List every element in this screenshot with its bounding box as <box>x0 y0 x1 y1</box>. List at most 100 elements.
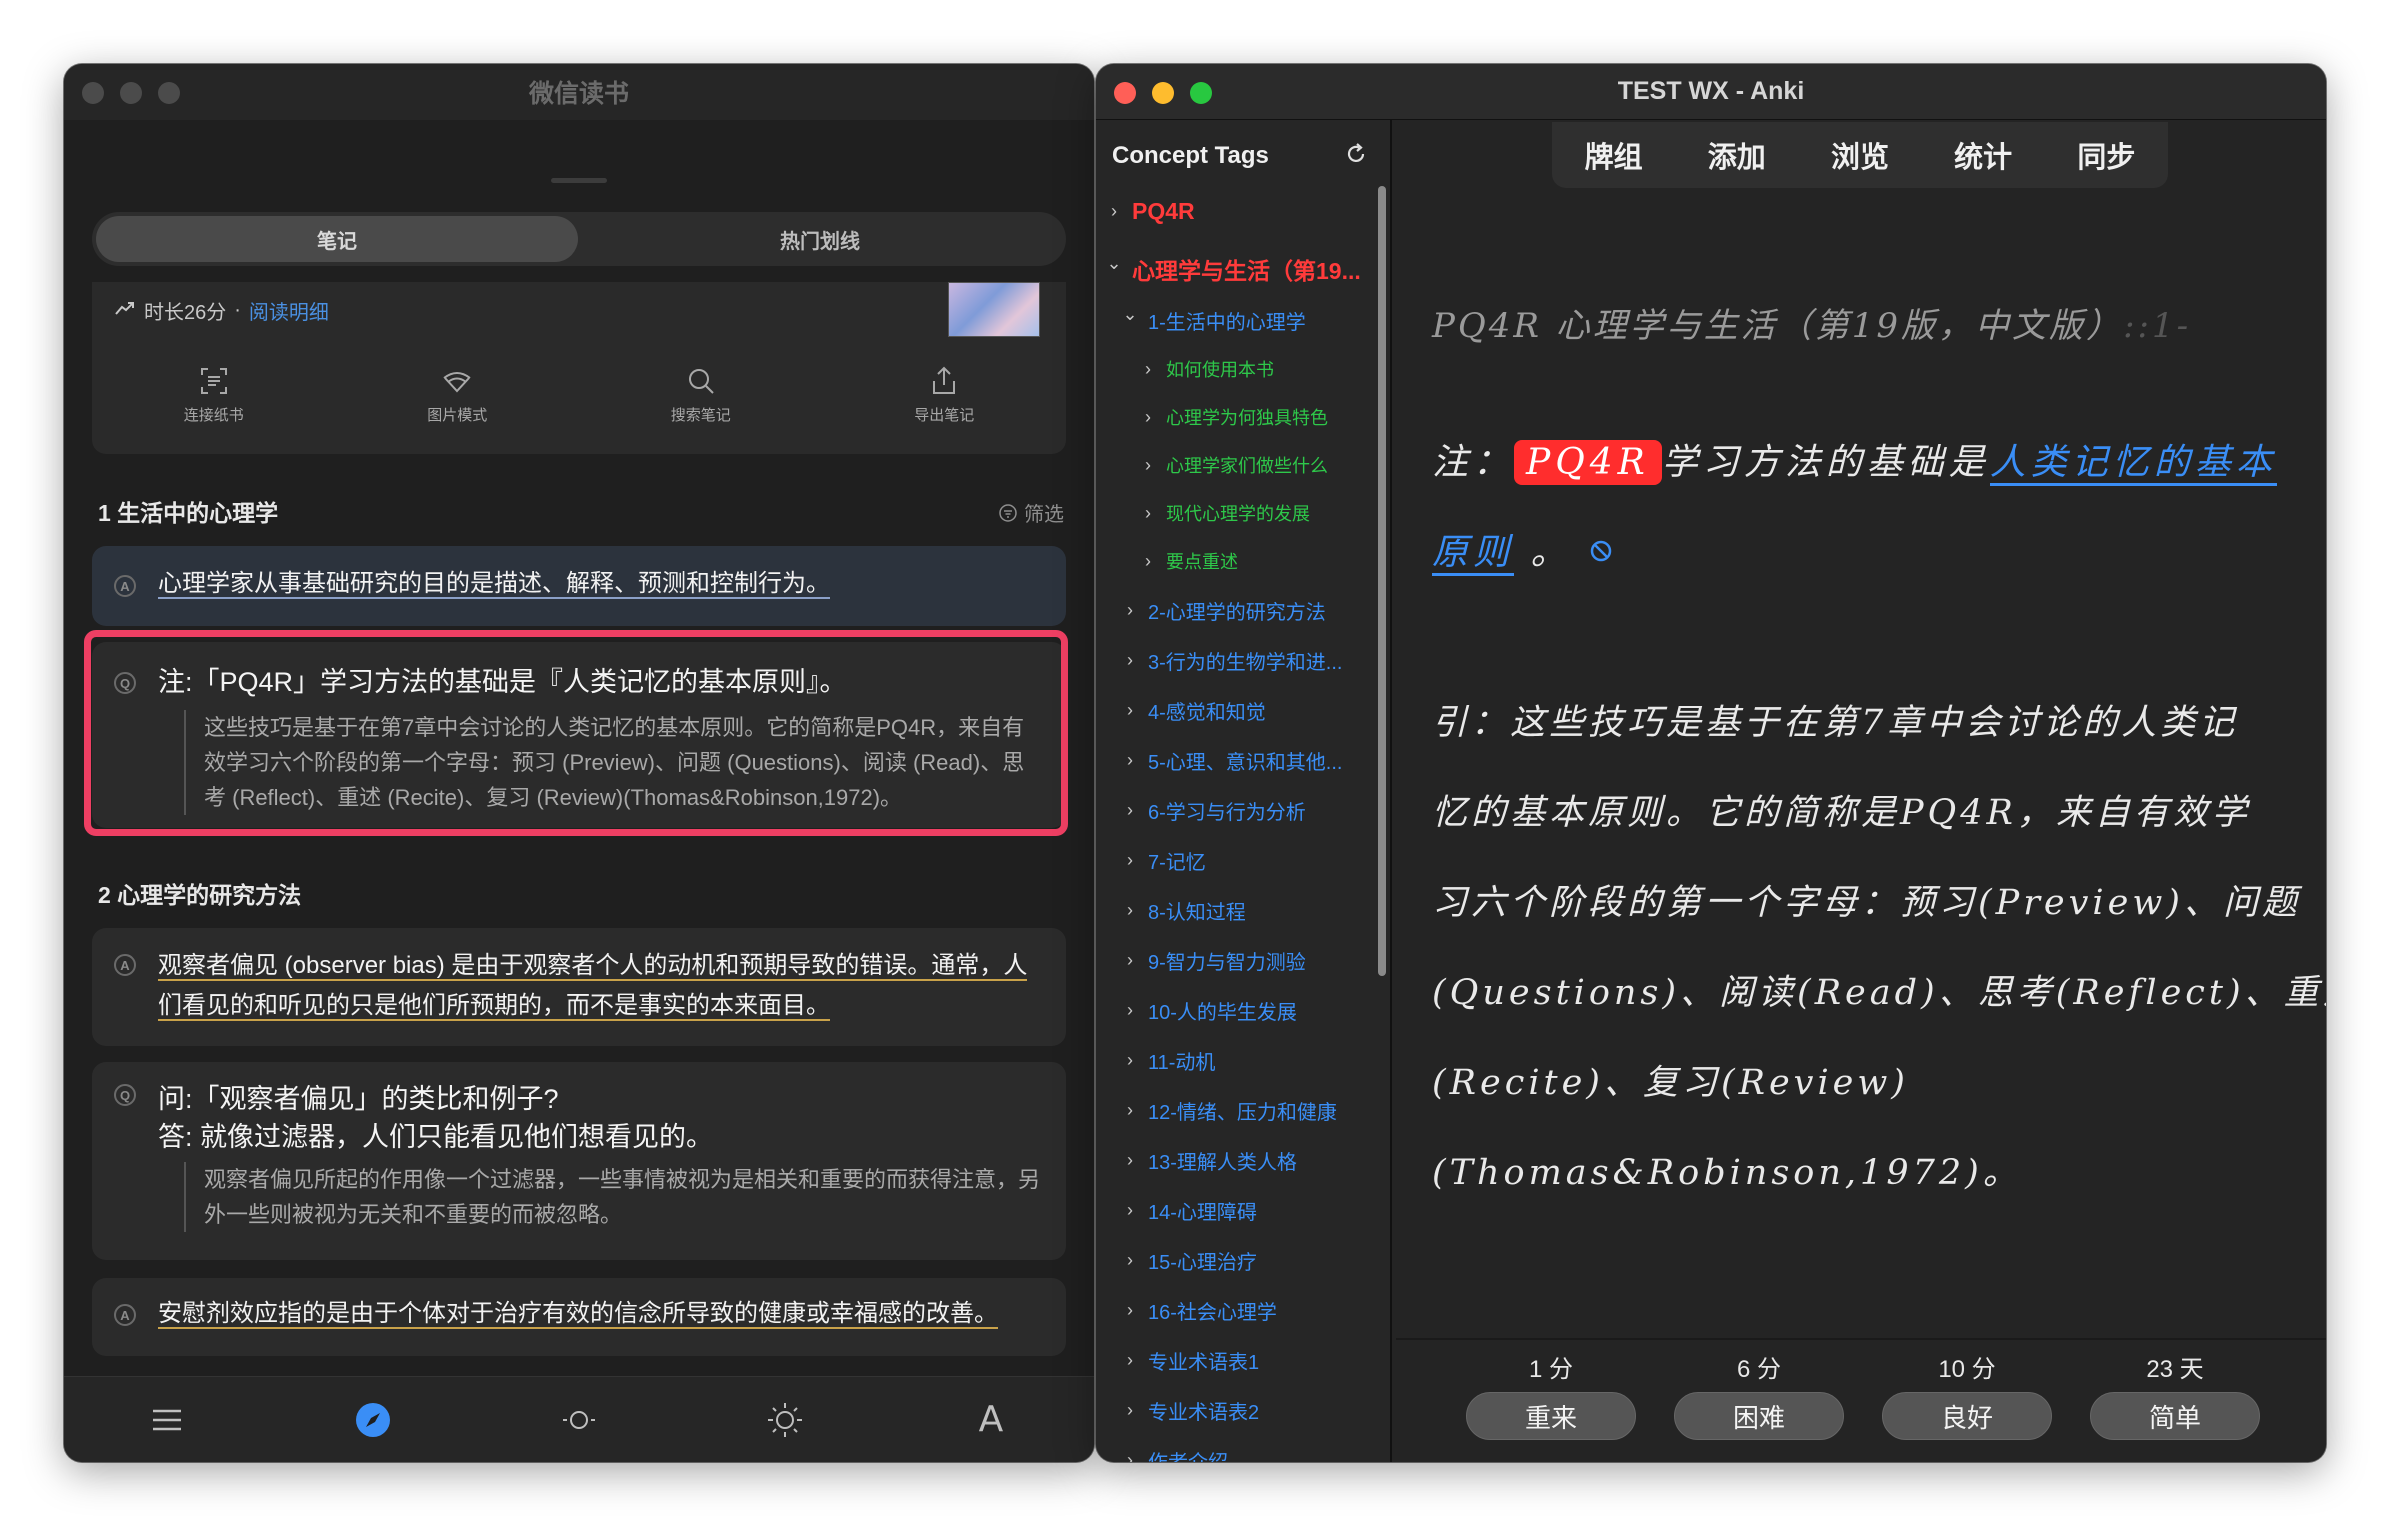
note-quote: 观察者偏见所起的作用像一个过滤器，一些事情被视为是相关和重要的而获得注意，另外一… <box>184 1162 1040 1232</box>
chevron-right-icon[interactable]: › <box>1140 407 1156 428</box>
chevron-right-icon[interactable]: › <box>1140 503 1156 524</box>
chevron-right-icon[interactable]: › <box>1140 455 1156 476</box>
chevron-right-icon[interactable]: › <box>1122 1450 1138 1462</box>
chevron-right-icon[interactable]: › <box>1122 600 1138 621</box>
tag-tree-item[interactable]: › 2-心理学的研究方法 <box>1122 596 1326 625</box>
zoom-button[interactable] <box>1190 82 1212 104</box>
tag-tree-item[interactable]: › 13-理解人类人格 <box>1122 1146 1297 1175</box>
tag-tree-item[interactable]: ⌄ 心理学与生活（第19... <box>1106 252 1360 286</box>
chevron-right-icon[interactable]: › <box>1122 750 1138 771</box>
tab-hot-highlights[interactable]: 热门划线 <box>578 216 1062 262</box>
nav-browse[interactable]: 浏览 <box>1817 128 1903 182</box>
sheet-grabber[interactable] <box>551 178 607 183</box>
minimize-button[interactable] <box>1152 82 1174 104</box>
chevron-right-icon[interactable]: › <box>1122 800 1138 821</box>
chevron-right-icon[interactable]: › <box>1122 1050 1138 1071</box>
filter-button[interactable]: 筛选 <box>998 498 1064 527</box>
tag-tree-item[interactable]: › 3-行为的生物学和进... <box>1122 646 1342 675</box>
tag-tree-item[interactable]: › 现代心理学的发展 <box>1140 500 1310 526</box>
sidebar-scrollbar[interactable] <box>1378 186 1386 976</box>
tag-tree-item[interactable]: › 作者介绍 <box>1122 1446 1228 1462</box>
zoom-button[interactable] <box>158 82 180 104</box>
chevron-right-icon[interactable]: › <box>1122 700 1138 721</box>
reading-detail-link[interactable]: 阅读明细 <box>249 296 329 325</box>
tag-tree-item[interactable]: › 4-感觉和知觉 <box>1122 696 1266 725</box>
close-button[interactable] <box>1114 82 1136 104</box>
minimize-button[interactable] <box>120 82 142 104</box>
tag-tree-item[interactable]: › 心理学为何独具特色 <box>1140 404 1328 430</box>
font-icon[interactable]: A <box>971 1399 1011 1440</box>
pq4r-tag[interactable]: PQ4R <box>1514 440 1662 485</box>
answer-good: 10 分 良好 <box>1882 1349 2052 1440</box>
nav-sync[interactable]: 同步 <box>2063 128 2149 182</box>
chevron-right-icon[interactable]: › <box>1122 1250 1138 1271</box>
link-icon[interactable] <box>1588 532 1614 573</box>
nav-stats[interactable]: 统计 <box>1940 128 2026 182</box>
image-mode-button[interactable]: 图片模式 <box>336 364 580 425</box>
tag-tree-item[interactable]: › 如何使用本书 <box>1140 356 1274 382</box>
tab-notes[interactable]: 笔记 <box>96 216 578 262</box>
memory-principle-link[interactable]: 人类记忆的基本 <box>1989 442 2277 486</box>
tag-tree-item[interactable]: › 14-心理障碍 <box>1122 1196 1257 1225</box>
refresh-icon[interactable] <box>1344 142 1368 173</box>
chevron-right-icon[interactable]: › <box>1122 1300 1138 1321</box>
tag-tree-item[interactable]: › 7-记忆 <box>1122 846 1206 875</box>
tag-tree-item[interactable]: › 专业术语表1 <box>1122 1346 1259 1375</box>
nav-add[interactable]: 添加 <box>1694 128 1780 182</box>
chevron-right-icon[interactable]: › <box>1122 650 1138 671</box>
tool-label: 搜索笔记 <box>670 407 731 424</box>
tag-tree-item[interactable]: › 10-人的毕生发展 <box>1122 996 1297 1025</box>
chevron-right-icon[interactable]: › <box>1122 1400 1138 1421</box>
export-notes-button[interactable]: 导出笔记 <box>823 364 1067 425</box>
chevron-right-icon[interactable]: › <box>1140 551 1156 572</box>
tag-tree-item[interactable]: › 9-智力与智力测验 <box>1122 946 1306 975</box>
tag-tree-item[interactable]: › 专业术语表2 <box>1122 1396 1259 1425</box>
tag-tree-item[interactable]: › 要点重述 <box>1140 548 1238 574</box>
brightness-low-icon[interactable] <box>559 1400 599 1440</box>
chevron-right-icon[interactable]: › <box>1122 950 1138 971</box>
tag-tree-label: 心理学家们做些什么 <box>1166 456 1328 476</box>
tag-tree-label: 14-心理障碍 <box>1148 1202 1257 1224</box>
note-card[interactable]: A 观察者偏见 (observer bias) 是由于观察者个人的动机和预期导致… <box>92 928 1066 1046</box>
chevron-right-icon[interactable]: › <box>1122 900 1138 921</box>
tag-tree-item[interactable]: › 12-情绪、压力和健康 <box>1122 1096 1337 1125</box>
tag-tree-item[interactable]: ⌄ 1-生活中的心理学 <box>1122 304 1305 335</box>
tag-tree-item[interactable]: › 心理学家们做些什么 <box>1140 452 1328 478</box>
chevron-right-icon[interactable]: › <box>1122 1100 1138 1121</box>
nav-decks[interactable]: 牌组 <box>1571 128 1657 182</box>
chevron-right-icon[interactable]: › <box>1122 1200 1138 1221</box>
memory-principle-link-cont[interactable]: 原则 <box>1432 532 1515 576</box>
chevron-right-icon[interactable]: › <box>1122 1350 1138 1371</box>
again-button[interactable]: 重来 <box>1466 1392 1636 1440</box>
tag-tree-item[interactable]: › 6-学习与行为分析 <box>1122 796 1306 825</box>
chevron-right-icon[interactable]: › <box>1122 850 1138 871</box>
tag-tree-label: 10-人的毕生发展 <box>1148 1002 1297 1024</box>
note-card[interactable]: Q 问:「观察者偏见」的类比和例子? 答: 就像过滤器，人们只能看见他们想看见的… <box>92 1062 1066 1260</box>
tag-tree-item[interactable]: › 15-心理治疗 <box>1122 1246 1257 1275</box>
chevron-right-icon[interactable]: › <box>1140 359 1156 380</box>
book-cover-thumbnail[interactable] <box>948 282 1040 337</box>
chevron-down-icon[interactable]: ⌄ <box>1122 304 1138 325</box>
connect-paper-book-button[interactable]: 连接纸书 <box>92 364 336 425</box>
search-notes-button[interactable]: 搜索笔记 <box>579 364 823 425</box>
tag-tree-item[interactable]: › 11-动机 <box>1122 1046 1215 1075</box>
note-card[interactable]: A 安慰剂效应指的是由于个体对于治疗有效的信念所导致的健康或幸福感的改善。 <box>92 1278 1066 1356</box>
menu-icon[interactable] <box>147 1400 187 1440</box>
easy-button[interactable]: 简单 <box>2090 1392 2260 1440</box>
chevron-right-icon[interactable]: › <box>1106 201 1122 222</box>
hard-button[interactable]: 困难 <box>1674 1392 1844 1440</box>
brightness-high-icon[interactable] <box>765 1400 805 1440</box>
tag-tree-label: 16-社会心理学 <box>1148 1302 1277 1324</box>
tag-tree-item[interactable]: › 16-社会心理学 <box>1122 1296 1277 1325</box>
chevron-right-icon[interactable]: › <box>1122 1150 1138 1171</box>
chevron-down-icon[interactable]: ⌄ <box>1106 253 1122 274</box>
chevron-right-icon[interactable]: › <box>1122 1000 1138 1021</box>
note-card[interactable]: A 心理学家从事基础研究的目的是描述、解释、预测和控制行为。 <box>92 546 1066 626</box>
tag-tree-item[interactable]: › 5-心理、意识和其他... <box>1122 746 1342 775</box>
tag-tree-item[interactable]: › PQ4R <box>1106 198 1195 225</box>
good-button[interactable]: 良好 <box>1882 1392 2052 1440</box>
tag-tree-label: 专业术语表2 <box>1148 1402 1260 1424</box>
close-button[interactable] <box>82 82 104 104</box>
tag-tree-item[interactable]: › 8-认知过程 <box>1122 896 1246 925</box>
compass-icon[interactable] <box>353 1400 393 1440</box>
